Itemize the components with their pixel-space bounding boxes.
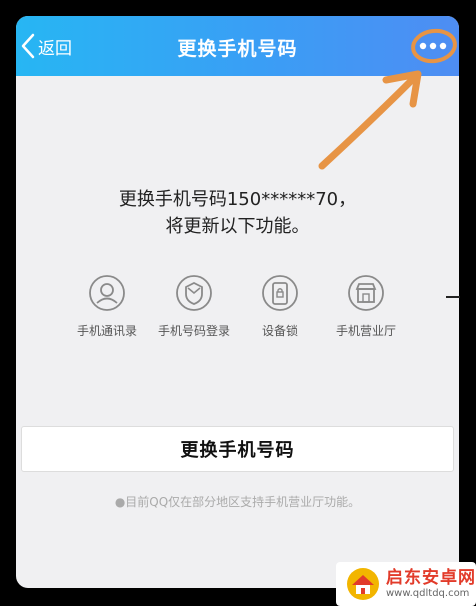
store-icon bbox=[348, 275, 384, 311]
watermark-name: 启东安卓网 bbox=[386, 568, 476, 589]
login-shield-icon bbox=[176, 275, 212, 311]
feature-mobile-store: 手机营业厅 bbox=[318, 274, 414, 339]
change-phone-button[interactable]: 更换手机号码 bbox=[21, 426, 454, 472]
device-lock-icon bbox=[262, 275, 298, 311]
description-line-2: 将更新以下功能。 bbox=[165, 216, 310, 237]
watermark-text: 启东安卓网 www.qdltdq.com bbox=[386, 569, 476, 599]
footer-note: ●目前QQ仅在部分地区支持手机营业厅功能。 bbox=[114, 495, 361, 509]
feature-label: 手机通讯录 bbox=[76, 324, 137, 338]
contact-icon bbox=[89, 275, 125, 311]
page-title: 更换手机号码 bbox=[177, 38, 298, 60]
feature-label: 设备锁 bbox=[261, 324, 298, 338]
phone-screen: 返回 更换手机号码 更换手机号码150******70， 将更新以下功能。 手机… bbox=[16, 16, 459, 588]
feature-label: 手机号码登录 bbox=[157, 324, 230, 338]
feature-contacts: 手机通讯录 bbox=[59, 274, 155, 339]
title-bar: 返回 更换手机号码 bbox=[16, 16, 459, 76]
feature-phone-login: 手机号码登录 bbox=[146, 274, 242, 339]
description-line-1: 更换手机号码150******70， bbox=[118, 189, 357, 210]
change-description: 更换手机号码150******70， 将更新以下功能。 bbox=[16, 186, 459, 240]
more-dots-icon[interactable] bbox=[408, 30, 456, 62]
feature-device-lock: 设备锁 bbox=[232, 274, 328, 339]
house-logo-icon bbox=[347, 568, 379, 600]
watermark: 启东安卓网 www.qdltdq.com bbox=[336, 562, 476, 606]
feature-label: 手机营业厅 bbox=[335, 324, 396, 338]
side-tick-mark bbox=[446, 296, 460, 298]
watermark-url: www.qdltdq.com bbox=[386, 587, 470, 599]
